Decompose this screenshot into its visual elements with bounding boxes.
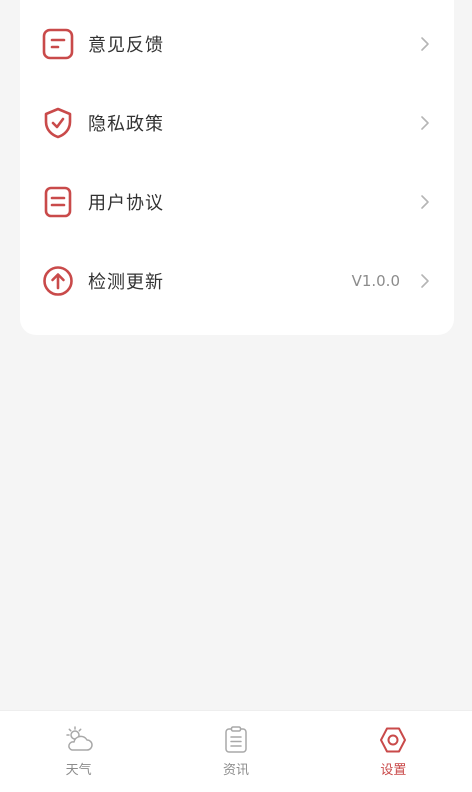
settings-item-label: 检测更新 bbox=[88, 271, 164, 293]
agreement-icon bbox=[42, 186, 74, 218]
shield-check-icon bbox=[42, 107, 74, 139]
settings-item-label: 隐私政策 bbox=[88, 113, 164, 135]
settings-card: 意见反馈 隐私政策 用户协议 检测更新 V1.0.0 bbox=[20, 0, 454, 335]
settings-hexagon-icon bbox=[378, 725, 408, 755]
tab-weather[interactable]: 天气 bbox=[0, 711, 157, 792]
chevron-right-icon bbox=[418, 273, 432, 288]
settings-item-privacy[interactable]: 隐私政策 bbox=[20, 83, 454, 162]
news-clipboard-icon bbox=[221, 725, 251, 755]
tab-label: 设置 bbox=[380, 763, 407, 778]
weather-icon bbox=[64, 725, 94, 755]
update-arrow-icon bbox=[42, 265, 74, 297]
tab-label: 天气 bbox=[65, 763, 92, 778]
app-version: V1.0.0 bbox=[351, 271, 400, 290]
settings-item-label: 用户协议 bbox=[88, 192, 164, 214]
settings-item-label: 意见反馈 bbox=[88, 34, 164, 56]
tab-settings[interactable]: 设置 bbox=[315, 711, 472, 792]
settings-item-agreement[interactable]: 用户协议 bbox=[20, 162, 454, 241]
feedback-icon bbox=[42, 28, 74, 60]
settings-item-feedback[interactable]: 意见反馈 bbox=[20, 4, 454, 83]
chevron-right-icon bbox=[418, 194, 432, 209]
settings-page: 意见反馈 隐私政策 用户协议 检测更新 V1.0.0 天气 资讯 设置 bbox=[0, 0, 472, 792]
chevron-right-icon bbox=[418, 36, 432, 51]
settings-item-check-update[interactable]: 检测更新 V1.0.0 bbox=[20, 241, 454, 320]
chevron-right-icon bbox=[418, 115, 432, 130]
tab-label: 资讯 bbox=[222, 763, 249, 778]
bottom-tab-bar: 天气 资讯 设置 bbox=[0, 710, 472, 792]
tab-news[interactable]: 资讯 bbox=[157, 711, 314, 792]
